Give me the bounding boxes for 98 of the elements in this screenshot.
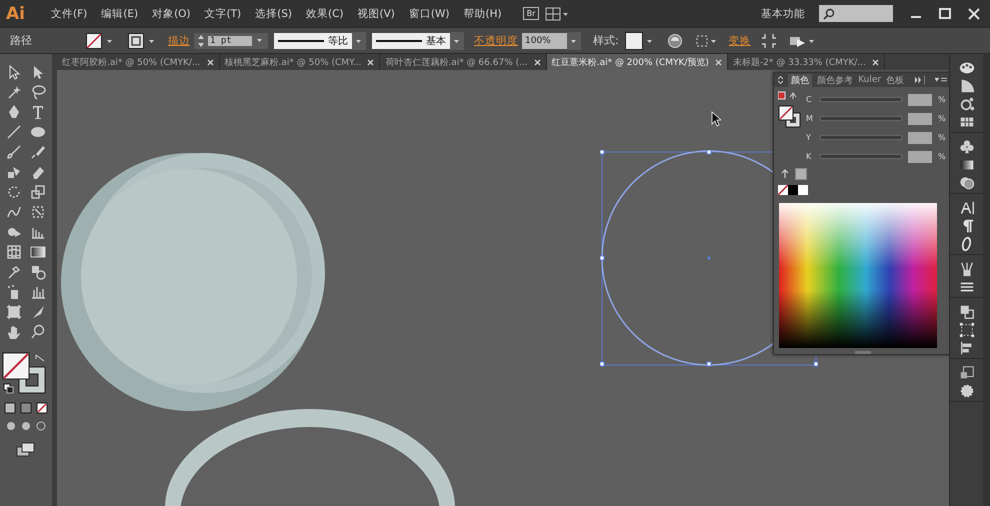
menu-item[interactable]: 文字(T) — [198, 6, 248, 20]
color-guide-icon[interactable] — [958, 78, 974, 94]
type-icon[interactable] — [30, 104, 46, 120]
artboards-icon[interactable] — [958, 365, 974, 381]
align-icon[interactable] — [958, 340, 974, 356]
style-swatch-dropdown[interactable] — [624, 32, 655, 50]
crop-marks-icon[interactable] — [760, 32, 777, 48]
panel-options-icon[interactable] — [934, 76, 947, 84]
style-label: 样式: — [593, 33, 619, 48]
color-swatch[interactable] — [795, 168, 807, 180]
paintbrush-icon[interactable] — [6, 144, 22, 160]
gradient-icon[interactable] — [30, 244, 46, 260]
fill-stroke-swatches[interactable] — [778, 105, 802, 129]
mouse-pointer-icon — [711, 111, 721, 127]
color-spectrum[interactable] — [779, 203, 937, 348]
close-icon[interactable] — [714, 58, 722, 66]
menu-item[interactable]: 视图(V) — [350, 6, 402, 20]
channel-label: K — [806, 152, 812, 161]
close-icon[interactable] — [872, 58, 879, 66]
brushes-icon[interactable] — [958, 261, 974, 277]
warp-icon[interactable] — [6, 204, 22, 220]
hand-icon[interactable] — [6, 324, 22, 340]
transform-icon[interactable] — [958, 322, 974, 338]
lasso-icon[interactable] — [30, 84, 46, 100]
rotate-icon[interactable] — [6, 184, 22, 200]
channel-field[interactable] — [908, 150, 932, 162]
menu-item[interactable]: 选择(S) — [248, 6, 299, 20]
free-transform-icon[interactable] — [30, 204, 46, 220]
column-graph-icon[interactable] — [30, 284, 46, 300]
workspace-switcher[interactable]: 基本功能 — [761, 6, 805, 20]
arrange-icon[interactable] — [545, 6, 570, 20]
kuler-icon[interactable] — [958, 96, 974, 112]
zoom-icon[interactable] — [30, 324, 46, 340]
channel-field[interactable] — [908, 94, 932, 106]
search-icon — [823, 8, 835, 20]
panel-tab[interactable]: 颜色 — [788, 74, 812, 86]
panel-tab[interactable]: 色板 — [886, 74, 904, 86]
channel-label: C — [806, 95, 813, 104]
out-of-gamut-icon[interactable] — [778, 91, 798, 101]
appearance-icon[interactable] — [958, 383, 974, 399]
eyedropper-icon[interactable] — [6, 264, 22, 280]
menu-item[interactable]: 帮助(H) — [456, 6, 509, 20]
scale-icon[interactable] — [30, 184, 46, 200]
unit-label: % — [938, 152, 946, 161]
shaper-icon[interactable] — [6, 164, 22, 180]
menu-item[interactable]: 文件(F) — [44, 6, 94, 20]
magic-wand-icon[interactable] — [6, 84, 22, 100]
palette-icon[interactable] — [958, 60, 974, 76]
channel-field[interactable] — [908, 112, 932, 124]
pathfinder-icon[interactable] — [958, 304, 974, 320]
screen-mode-icon[interactable] — [16, 442, 36, 458]
channel-label: M — [806, 114, 814, 123]
close-icon[interactable] — [367, 58, 374, 66]
resize-grip[interactable] — [854, 351, 870, 354]
default-swatches[interactable] — [778, 185, 808, 195]
blend-icon[interactable] — [30, 264, 46, 280]
channel-field[interactable] — [908, 132, 932, 144]
slice-icon[interactable] — [30, 304, 46, 320]
line-segment-icon[interactable] — [6, 124, 22, 140]
unit-label: % — [938, 114, 946, 123]
stroke-weight-field[interactable]: 1 pt — [194, 32, 268, 48]
stroke-link[interactable]: 描边 — [168, 34, 190, 48]
selection-label: 路径 — [9, 33, 33, 48]
unit-label: % — [938, 133, 946, 142]
artboard-icon[interactable] — [6, 304, 22, 320]
club-icon[interactable] — [958, 139, 974, 155]
dropdown-arrow-icon — [257, 38, 265, 42]
align-dropdown-icon[interactable] — [694, 32, 719, 48]
character-icon[interactable] — [958, 200, 974, 216]
document-tab[interactable]: 红豆薏米粉.ai* @ 200% (CMYK/预览) — [546, 54, 728, 70]
search-field[interactable] — [819, 5, 893, 22]
transparency-icon[interactable] — [958, 175, 974, 191]
collapse-arrows-icon[interactable] — [778, 75, 784, 85]
panel-tab[interactable]: 颜色参考 — [817, 74, 854, 86]
eraser-icon[interactable] — [30, 164, 46, 180]
channel-label: Y — [806, 133, 812, 142]
stepper-icon — [197, 34, 205, 48]
ellipse-icon[interactable] — [30, 124, 46, 140]
app-logo: Ai — [6, 4, 26, 24]
menu-item[interactable]: 编辑(E) — [94, 6, 146, 20]
menu-item[interactable]: 对象(O) — [145, 6, 198, 20]
menu-item[interactable]: 效果(C) — [299, 6, 351, 20]
warning-arrow-icon — [780, 169, 790, 179]
opacity-link[interactable]: 不透明度 — [474, 34, 518, 48]
unit-label: % — [938, 95, 946, 104]
opacity-field[interactable]: 100% — [522, 32, 567, 48]
close-icon[interactable] — [534, 58, 541, 66]
pen-icon[interactable] — [6, 104, 22, 120]
color-mode-buttons[interactable] — [2, 402, 50, 414]
close-icon[interactable] — [206, 58, 214, 66]
transform-link[interactable]: 变换 — [728, 34, 751, 48]
brush-dropdown[interactable]: 基本 — [372, 32, 450, 48]
panel-tab[interactable]: Kuler — [858, 75, 882, 85]
blob-brush-icon[interactable] — [30, 144, 46, 160]
bridge-button[interactable]: Br — [522, 7, 540, 20]
profile-dropdown[interactable]: 等比 — [274, 32, 352, 48]
mesh-icon[interactable] — [6, 244, 22, 260]
menu-item[interactable]: 窗口(W) — [402, 6, 456, 20]
